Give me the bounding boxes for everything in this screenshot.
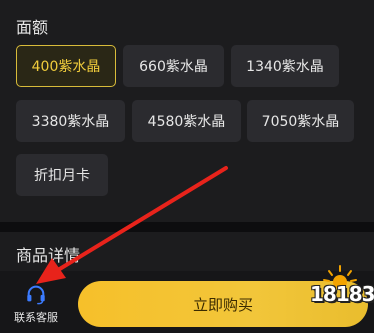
details-title: 商品详情 <box>16 246 81 265</box>
option-660-crystals[interactable]: 660紫水晶 <box>123 45 224 87</box>
option-7050-crystals[interactable]: 7050紫水晶 <box>247 100 354 142</box>
customer-service-label: 联系客服 <box>14 311 58 324</box>
option-monthly-card[interactable]: 折扣月卡 <box>16 154 108 196</box>
customer-service-button[interactable]: 联系客服 <box>0 271 72 333</box>
amount-title: 面额 <box>16 18 49 37</box>
option-3380-crystals[interactable]: 3380紫水晶 <box>16 100 125 142</box>
amount-section: 面额 400紫水晶 660紫水晶 1340紫水晶 3380紫水晶 4580紫水晶… <box>0 0 374 222</box>
option-4580-crystals[interactable]: 4580紫水晶 <box>132 100 241 142</box>
section-divider <box>0 222 374 232</box>
option-400-crystals[interactable]: 400紫水晶 <box>16 45 116 87</box>
watermark-logo: 18183 <box>310 262 374 322</box>
watermark-text: 18183 <box>310 282 374 306</box>
option-1340-crystals[interactable]: 1340紫水晶 <box>231 45 339 87</box>
headset-icon <box>27 285 45 305</box>
